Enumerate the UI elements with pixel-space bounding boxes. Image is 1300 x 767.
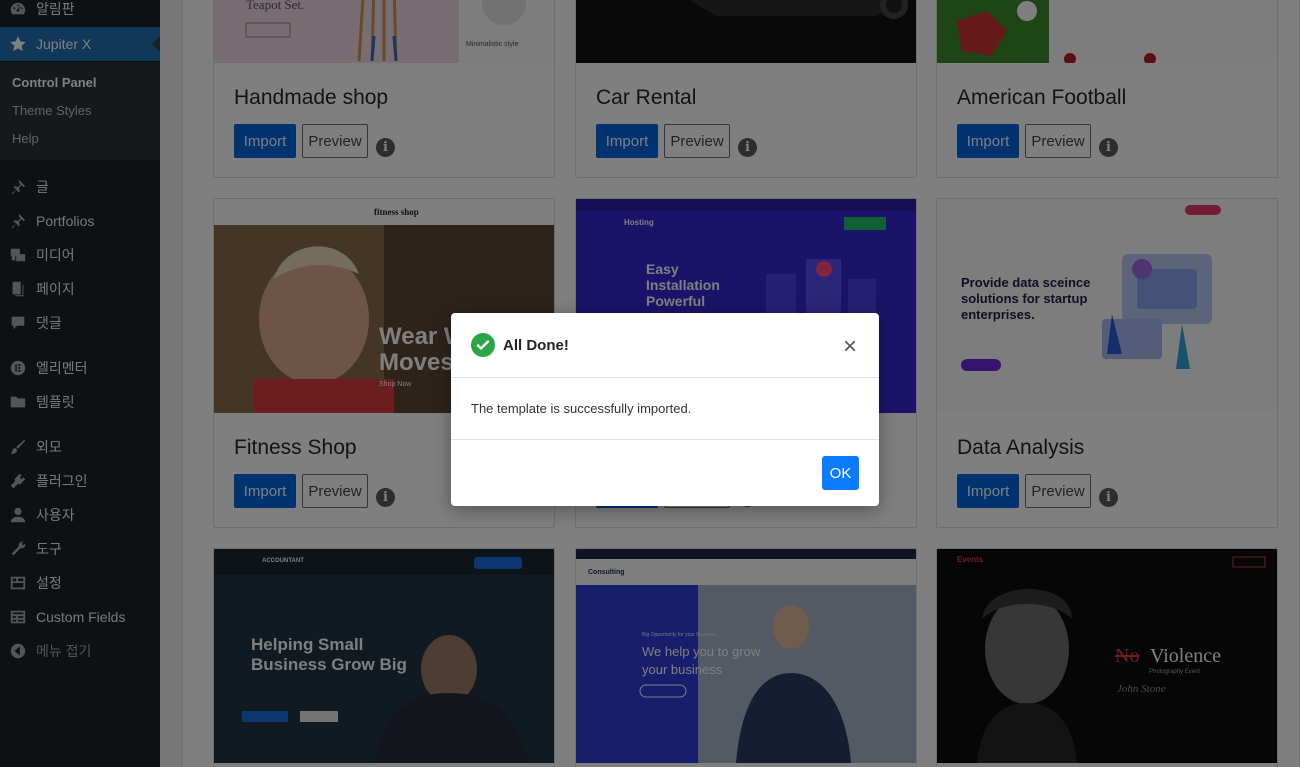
dialog-body: The template is successfully imported. <box>451 378 879 440</box>
close-icon[interactable]: × <box>840 335 860 359</box>
ok-button[interactable]: OK <box>822 456 859 490</box>
dialog-header: All Done! × <box>451 313 879 378</box>
dialog-message: The template is successfully imported. <box>471 401 692 416</box>
dialog-title: All Done! <box>503 337 569 354</box>
check-circle-icon <box>471 333 495 357</box>
import-success-dialog: All Done! × The template is successfully… <box>451 313 879 506</box>
